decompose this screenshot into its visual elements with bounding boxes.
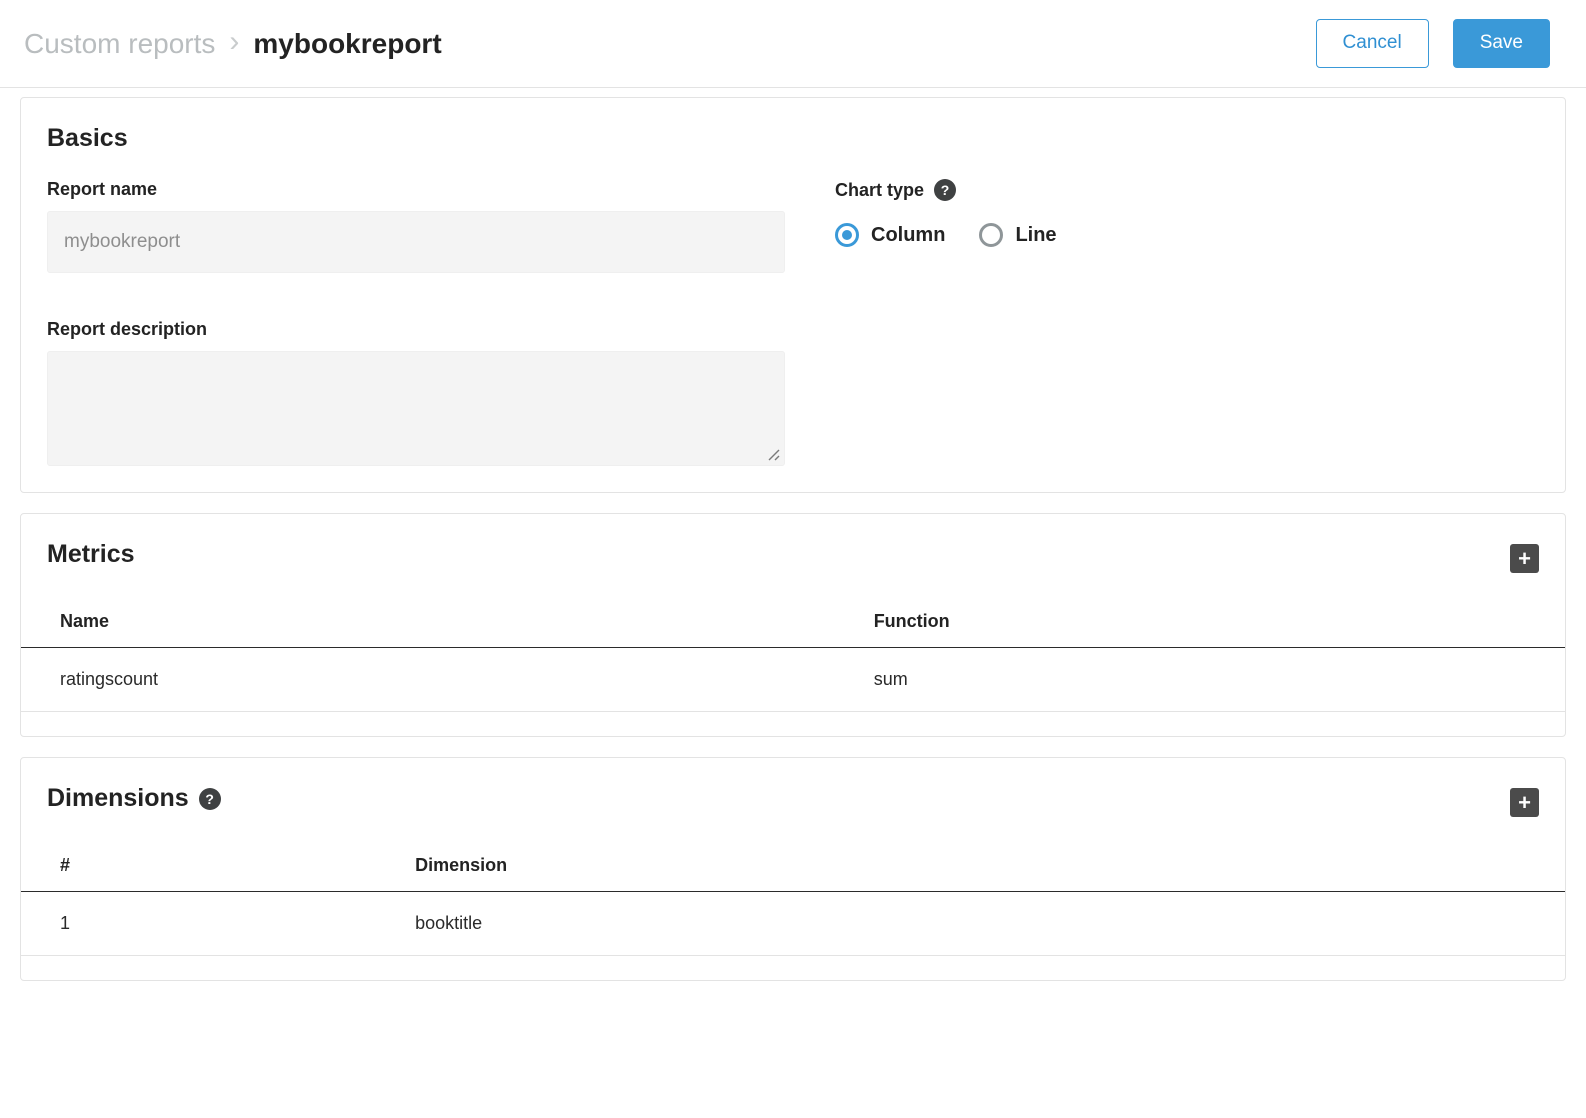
dimension-number-cell: 1	[21, 892, 376, 956]
metrics-header-row: Name Function	[21, 597, 1565, 648]
report-description-label: Report description	[47, 319, 785, 340]
report-description-textarea[interactable]	[47, 351, 785, 466]
basics-card: Basics Report name Report description	[20, 97, 1566, 493]
breadcrumb-parent-link[interactable]: Custom reports	[24, 28, 215, 60]
help-icon[interactable]: ?	[934, 179, 956, 201]
basics-title: Basics	[47, 124, 1539, 153]
dimensions-title: Dimensions	[47, 784, 189, 813]
add-metric-button[interactable]: +	[1510, 544, 1539, 573]
metrics-title: Metrics	[47, 540, 135, 569]
help-icon[interactable]: ?	[199, 788, 221, 810]
chart-type-label: Chart type	[835, 180, 924, 201]
basics-right-column: Chart type ? Column Line	[785, 179, 1539, 466]
radio-label-line: Line	[1015, 224, 1056, 247]
breadcrumb: Custom reports › mybookreport	[24, 27, 442, 61]
breadcrumb-current: mybookreport	[253, 28, 441, 60]
page-content: Basics Report name Report description	[0, 88, 1586, 1015]
table-row[interactable]: ratingscount sum	[21, 648, 1565, 712]
dimensions-col-number: #	[21, 841, 376, 892]
dimension-name-cell: booktitle	[376, 892, 1565, 956]
cancel-button[interactable]: Cancel	[1316, 19, 1429, 68]
dimensions-table: # Dimension 1 booktitle	[21, 841, 1565, 956]
radio-unselected-icon[interactable]	[979, 223, 1003, 247]
metrics-table: Name Function ratingscount sum	[21, 597, 1565, 712]
report-name-label: Report name	[47, 179, 785, 200]
basics-left-column: Report name Report description	[47, 179, 785, 466]
header-actions: Cancel Save	[1316, 19, 1550, 68]
top-bar: Custom reports › mybookreport Cancel Sav…	[0, 0, 1586, 88]
dimensions-header-row: # Dimension	[21, 841, 1565, 892]
radio-selected-icon[interactable]	[835, 223, 859, 247]
chart-type-radio-group: Column Line	[835, 223, 1539, 247]
chart-type-option-line[interactable]: Line	[979, 223, 1056, 247]
metrics-col-name: Name	[21, 597, 835, 648]
metric-name-cell: ratingscount	[21, 648, 835, 712]
report-name-input[interactable]	[47, 211, 785, 273]
metrics-card: Metrics + Name Function ratingscount sum	[20, 513, 1566, 737]
table-row[interactable]: 1 booktitle	[21, 892, 1565, 956]
radio-label-column: Column	[871, 224, 945, 247]
add-dimension-button[interactable]: +	[1510, 788, 1539, 817]
dimensions-col-dimension: Dimension	[376, 841, 1565, 892]
save-button[interactable]: Save	[1453, 19, 1550, 68]
dimensions-card: Dimensions ? + # Dimension 1 booktitle	[20, 757, 1566, 981]
metric-function-cell: sum	[835, 648, 1565, 712]
chevron-right-icon: ›	[229, 27, 239, 61]
chart-type-option-column[interactable]: Column	[835, 223, 945, 247]
resize-handle-icon[interactable]	[766, 447, 780, 461]
metrics-col-function: Function	[835, 597, 1565, 648]
